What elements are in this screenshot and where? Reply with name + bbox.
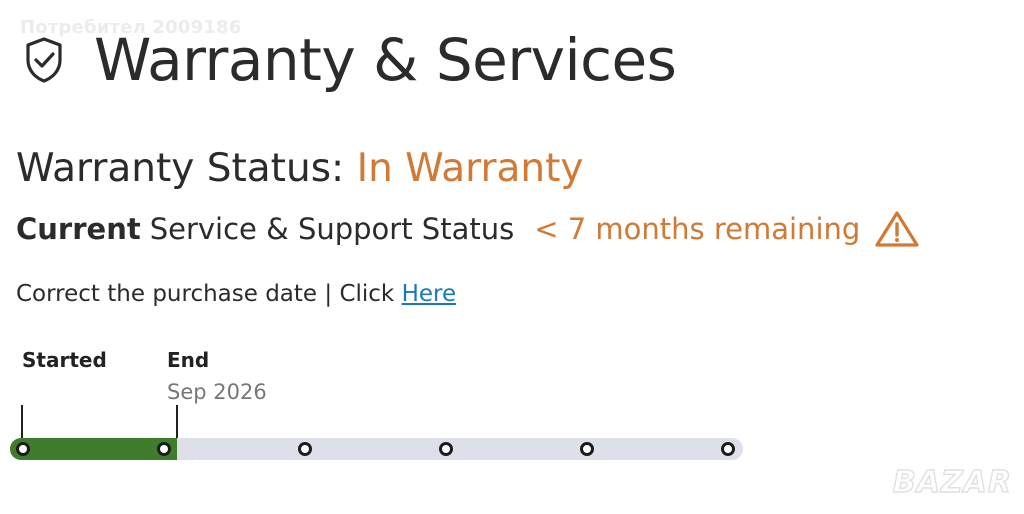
timeline-milestone (298, 442, 312, 456)
warranty-status: Warranty Status: In Warranty (16, 145, 584, 193)
page-title: Warranty & Services (94, 26, 677, 94)
warranty-progress-fill (10, 438, 178, 460)
warning-icon (874, 210, 920, 248)
support-current-label: Current (16, 212, 141, 246)
timeline-milestone (580, 442, 594, 456)
support-status-label: Service & Support Status (149, 212, 515, 246)
bazar-watermark-logo: BAZAR (892, 464, 1012, 500)
support-remaining: < 7 months remaining (534, 212, 861, 246)
timeline-milestone (16, 442, 30, 456)
timeline-milestone (439, 442, 453, 456)
warranty-progress-track (10, 438, 743, 460)
correct-date-link[interactable]: Here (402, 281, 457, 307)
timeline-end-label: End (167, 348, 210, 372)
timeline-milestone (721, 442, 735, 456)
shield-check-icon (22, 33, 66, 87)
page-header: Warranty & Services (22, 26, 677, 94)
timeline-milestone (157, 442, 171, 456)
correct-purchase-date: Correct the purchase date | Click Here (16, 278, 456, 310)
timeline-start-label: Started (22, 348, 107, 372)
correct-date-text: Correct the purchase date | Click (16, 281, 395, 307)
timeline-end-date: Sep 2026 (167, 380, 267, 404)
warranty-status-label: Warranty Status: (16, 146, 345, 191)
support-status: Current Service & Support Status < 7 mon… (16, 209, 920, 249)
warranty-status-value: In Warranty (356, 146, 584, 191)
